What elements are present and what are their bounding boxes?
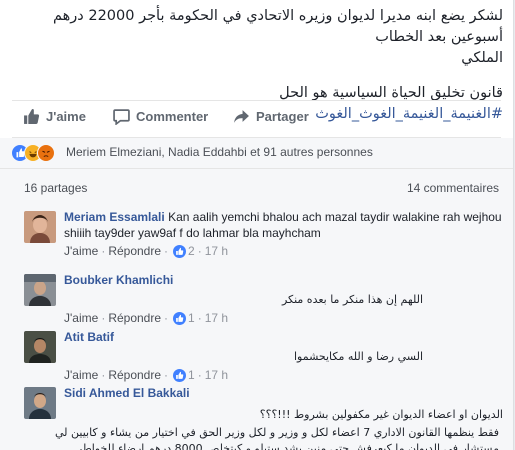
comment-label: Commenter — [136, 109, 209, 124]
comment-meta: J'aime · Répondre · 1 · 17 h — [64, 367, 229, 383]
comment-body: Meriam Essamlali Kan aalih yemchi bhalou… — [64, 209, 503, 259]
comment-like-link[interactable]: J'aime — [64, 310, 98, 326]
like-badge-icon — [173, 244, 187, 258]
comment-text: اللهم إن هذا منكر ما بعده منكر — [281, 293, 423, 306]
share-label: Partager — [256, 109, 309, 124]
comment-author[interactable]: Sidi Ahmed El Bakkali — [64, 386, 190, 400]
avatar[interactable] — [24, 211, 56, 243]
avatar[interactable] — [24, 387, 56, 419]
comment-text-block: فقط ينظمها القانون الاداري 7 اعضاء لكل و… — [24, 425, 499, 450]
reactions-bar[interactable]: Meriem Elmeziani, Nadia Eddahbi et 91 au… — [0, 138, 513, 168]
comment-time[interactable]: 17 h — [205, 367, 228, 383]
post-text-line-2: الملكي — [461, 50, 503, 66]
comment-meta: J'aime · Répondre · 1 · 17 h — [64, 310, 229, 326]
comment-time[interactable]: 17 h — [205, 310, 228, 326]
comment-like-count[interactable]: 2 — [188, 243, 195, 259]
comment-text-line-1: الديوان او اعضاء الديوان غير مكفولين بشر… — [259, 408, 503, 421]
comments-count[interactable]: 14 commentaires — [407, 181, 499, 195]
comment-author[interactable]: Atit Batif — [64, 330, 114, 344]
reaction-icons — [11, 144, 55, 162]
like-badge-icon — [173, 311, 187, 325]
facebook-post-card: لشكر يضع ابنه مديرا لديوان وزيره الاتحاد… — [0, 0, 514, 450]
comment-like-count[interactable]: 1 — [188, 367, 195, 383]
comment-text: السي رضا و الله مكايحشموا — [293, 350, 423, 363]
comment-time[interactable]: 17 h — [205, 243, 228, 259]
comment-body: Atit Batif السي رضا و الله مكايحشموا J'a… — [64, 329, 503, 383]
avatar[interactable] — [24, 331, 56, 363]
share-icon — [234, 110, 249, 123]
like-label: J'aime — [46, 109, 86, 124]
post-actions: J'aime Commenter Partager — [0, 100, 513, 136]
comment-author[interactable]: Boubker Khamlichi — [64, 273, 173, 287]
angry-icon — [37, 144, 55, 162]
avatar[interactable] — [24, 274, 56, 306]
share-button[interactable]: Partager — [233, 108, 309, 125]
comment-reply-link[interactable]: Répondre — [108, 310, 161, 326]
comment-body: Sidi Ahmed El Bakkali الديوان او اعضاء ا… — [64, 385, 503, 423]
comment-meta: J'aime · Répondre · 2 · 17 h — [64, 243, 229, 259]
thumbs-up-icon — [24, 109, 40, 124]
comments-section: Meriam Essamlali Kan aalih yemchi bhalou… — [0, 201, 513, 450]
post-text-line-1: لشكر يضع ابنه مديرا لديوان وزيره الاتحاد… — [52, 8, 503, 45]
comment-like-link[interactable]: J'aime — [64, 367, 98, 383]
comment-text-line-2: فقط ينظمها القانون الاداري 7 اعضاء لكل و… — [54, 426, 499, 439]
comment-author[interactable]: Meriam Essamlali — [64, 210, 165, 224]
comment-text-line-3: مستشار في الديوان ما كيعرفش حتى منين يشد… — [76, 442, 499, 450]
comment-button[interactable]: Commenter — [113, 108, 208, 125]
shares-count[interactable]: 16 partages — [24, 181, 87, 195]
like-badge-icon — [173, 368, 187, 382]
comment-reply-link[interactable]: Répondre — [108, 243, 161, 259]
like-button[interactable]: J'aime — [23, 108, 86, 125]
comment-like-count[interactable]: 1 — [188, 310, 195, 326]
post-stats: 16 partages 14 commentaires — [0, 168, 513, 201]
reaction-names[interactable]: Meriem Elmeziani, Nadia Eddahbi et 91 au… — [66, 145, 373, 159]
comment-icon — [113, 109, 130, 125]
comment-body: Boubker Khamlichi اللهم إن هذا منكر ما ب… — [64, 272, 503, 326]
comment-reply-link[interactable]: Répondre — [108, 367, 161, 383]
comment-like-link[interactable]: J'aime — [64, 243, 98, 259]
